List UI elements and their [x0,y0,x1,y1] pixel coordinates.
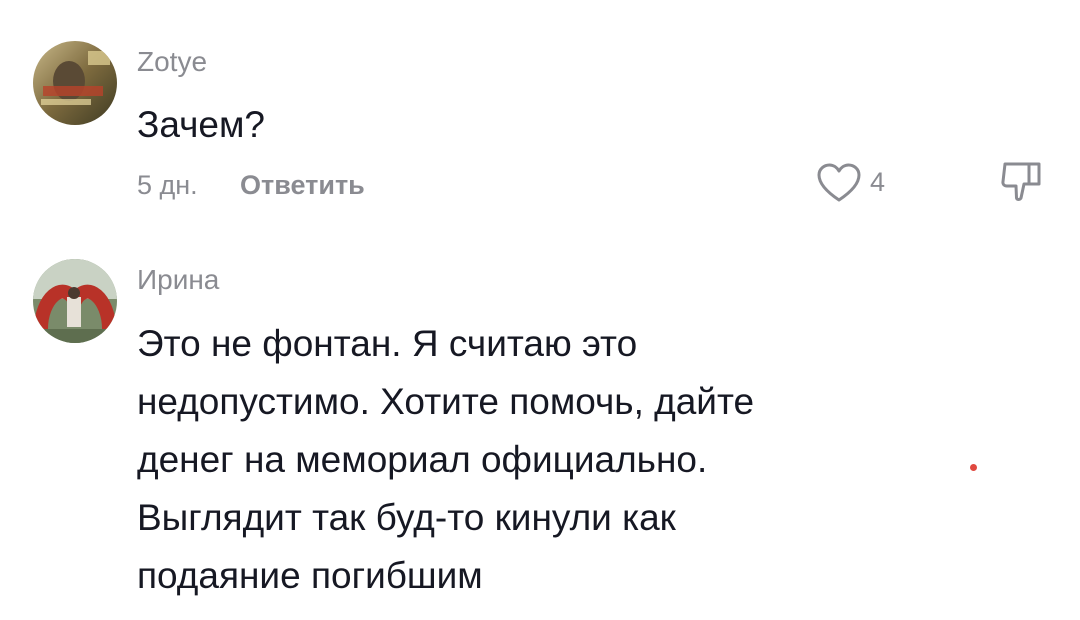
avatar[interactable] [33,41,117,125]
comment-text-line: Зачем? [137,104,265,145]
comment-text: Это не фонтан. Я считаю это недопустимо.… [137,315,754,605]
comment-text-line: недопустимо. Хотите помочь, дайте [137,381,755,422]
like-count: 4 [870,167,886,197]
comment-text-line: денег на мемориал официально. [137,439,708,480]
comment-text-line: Это не фонтан. Я считаю это [137,323,638,364]
red-dot-marker [970,464,977,471]
comment-item: Zotye Зачем? 5 дн. Ответить 4 [0,0,1080,230]
comment-username[interactable]: Zotye [137,46,207,78]
avatar[interactable] [33,259,117,343]
avatar-image [33,41,117,125]
comment-text-line: подаяние погибшим [137,555,483,596]
avatar-image [33,259,117,343]
comment-text-line: Выглядит так буд-то кинули как [137,497,676,538]
comment-age: 5 дн. [137,170,198,200]
thumbs-down-outline-icon[interactable] [999,160,1045,204]
heart-outline-icon[interactable] [816,162,862,204]
comment-username[interactable]: Ирина [137,264,219,296]
reply-button[interactable]: Ответить [240,169,365,201]
comment-text: Зачем? [137,96,265,154]
